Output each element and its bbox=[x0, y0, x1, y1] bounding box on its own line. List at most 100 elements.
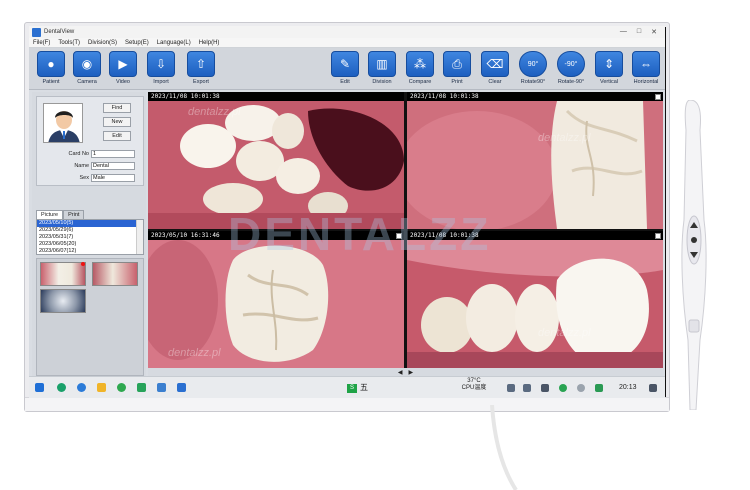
thumbnail-panel bbox=[36, 258, 144, 376]
horizontal-label: Horizontal bbox=[633, 79, 659, 85]
import-icon: ⇩ bbox=[147, 51, 175, 77]
camera-button[interactable]: ◉ Camera bbox=[71, 51, 103, 85]
clock[interactable]: 20:13 bbox=[619, 384, 637, 391]
save-icon[interactable] bbox=[541, 384, 549, 392]
new-button[interactable]: New bbox=[103, 117, 131, 127]
printer-icon: ⎙ bbox=[443, 51, 471, 77]
volume-icon[interactable] bbox=[523, 384, 531, 392]
export-button[interactable]: ⇧ Export bbox=[185, 51, 217, 85]
list-item[interactable]: 2023/05/31(7) bbox=[37, 234, 143, 241]
menu-language[interactable]: Language(L) bbox=[153, 40, 195, 46]
patient-info: Find New Edit Card No 1 Name Dental Sex … bbox=[36, 96, 144, 186]
ime-icon[interactable]: S bbox=[347, 384, 357, 393]
thumbnail[interactable] bbox=[40, 289, 86, 313]
image-cell-1[interactable]: 2023/11/08 10:01:38 bbox=[148, 92, 404, 229]
start-icon[interactable] bbox=[35, 383, 44, 392]
window-title: DentalView bbox=[44, 29, 75, 35]
tab-print[interactable]: Print bbox=[63, 210, 85, 219]
menu-bar: File(F) Tools(T) Division(S) Setup(E) La… bbox=[29, 38, 665, 48]
compare-button[interactable]: ⁂ Compare bbox=[404, 51, 436, 85]
image-checkbox[interactable] bbox=[655, 93, 661, 100]
minimize-button[interactable]: — bbox=[620, 28, 627, 36]
clear-button[interactable]: ⌫ Clear bbox=[479, 51, 511, 85]
date-list-scrollbar[interactable] bbox=[136, 220, 143, 254]
rotate-cw-button[interactable]: 90° Rotate90° bbox=[517, 51, 549, 85]
flip-horizontal-button[interactable]: ⇔ Horizontal bbox=[630, 51, 662, 85]
compare-label: Compare bbox=[408, 79, 432, 85]
network-icon[interactable] bbox=[507, 384, 515, 392]
camera-label: Camera bbox=[77, 79, 97, 85]
thumbnail[interactable] bbox=[92, 262, 138, 286]
division-button[interactable]: ▥ Division bbox=[366, 51, 398, 85]
image-cell-3[interactable]: 2023/05/10 16:31:46 bbox=[148, 231, 404, 368]
title-bar: DentalView — □ ✕ bbox=[29, 26, 665, 38]
thumbnail[interactable] bbox=[40, 262, 86, 286]
image-cell-2[interactable]: 2023/11/08 10:01:38 bbox=[407, 92, 663, 229]
flip-vertical-button[interactable]: ⇕ Vertical bbox=[593, 51, 625, 85]
name-input[interactable]: Dental bbox=[91, 161, 135, 170]
print-label: Print bbox=[451, 79, 463, 85]
prev-page-button[interactable]: ◀ bbox=[398, 369, 403, 376]
list-item[interactable]: 2023/05/10(5) bbox=[37, 220, 143, 227]
cpu-temp-value: 37°C bbox=[467, 378, 481, 384]
broom-icon: ⌫ bbox=[481, 51, 509, 77]
input-method-indicator[interactable]: 五 bbox=[360, 384, 368, 392]
flip-vertical-icon: ⇕ bbox=[595, 51, 623, 77]
folder-icon[interactable] bbox=[97, 383, 106, 392]
menu-file[interactable]: File(F) bbox=[29, 40, 54, 46]
pen-icon[interactable] bbox=[157, 383, 166, 392]
avatar bbox=[43, 103, 83, 143]
dentalview-taskbar-icon[interactable] bbox=[177, 383, 186, 392]
teeth-image bbox=[148, 240, 404, 368]
wechat-tray-icon[interactable] bbox=[559, 384, 567, 392]
teeth-image bbox=[148, 101, 404, 229]
list-item[interactable]: 2023/06/05(20) bbox=[37, 241, 143, 248]
video-label: Video bbox=[116, 79, 130, 85]
image-timestamp: 2023/11/08 10:01:38 bbox=[410, 93, 479, 100]
tab-picture[interactable]: Picture bbox=[36, 210, 64, 219]
teeth-image bbox=[407, 240, 663, 368]
import-label: Import bbox=[153, 79, 169, 85]
find-button[interactable]: Find bbox=[103, 103, 131, 113]
list-item[interactable]: 2023/05/29(6) bbox=[37, 227, 143, 234]
edit-patient-button[interactable]: Edit bbox=[103, 131, 131, 141]
tray-icon[interactable] bbox=[577, 384, 585, 392]
browser-icon[interactable] bbox=[57, 383, 66, 392]
menu-help[interactable]: Help(H) bbox=[195, 40, 224, 46]
rotate-ccw-button[interactable]: -90° Rotate-90° bbox=[555, 51, 587, 85]
card-no-input[interactable]: 1 bbox=[91, 149, 135, 158]
import-button[interactable]: ⇩ Import bbox=[145, 51, 177, 85]
next-page-button[interactable]: ▶ bbox=[409, 369, 414, 376]
edge-icon[interactable] bbox=[77, 383, 86, 392]
video-button[interactable]: ▶ Video bbox=[107, 51, 139, 85]
image-checkbox[interactable] bbox=[396, 232, 402, 239]
export-label: Export bbox=[193, 79, 209, 85]
selected-marker-icon bbox=[81, 262, 85, 266]
monitor-chin bbox=[25, 397, 669, 411]
pager: ◀ ▶ bbox=[148, 368, 663, 376]
app-icon[interactable] bbox=[137, 383, 146, 392]
maximize-button[interactable]: □ bbox=[637, 28, 641, 36]
export-icon: ⇧ bbox=[187, 51, 215, 77]
list-item[interactable]: 2023/06/07(12) bbox=[37, 248, 143, 254]
person-icon: ● bbox=[37, 51, 65, 77]
image-timestamp: 2023/05/10 16:31:46 bbox=[151, 232, 220, 239]
wechat-icon[interactable] bbox=[117, 383, 126, 392]
edit-button[interactable]: ✎ Edit bbox=[329, 51, 361, 85]
clear-label: Clear bbox=[488, 79, 502, 85]
sex-input[interactable]: Male bbox=[91, 173, 135, 182]
close-button[interactable]: ✕ bbox=[651, 28, 657, 36]
tray-icon[interactable] bbox=[595, 384, 603, 392]
print-button[interactable]: ⎙ Print bbox=[441, 51, 473, 85]
patient-button[interactable]: ● Patient bbox=[35, 51, 67, 85]
menu-division[interactable]: Division(S) bbox=[84, 40, 121, 46]
card-no-row: Card No 1 bbox=[41, 149, 145, 158]
image-cell-4[interactable]: 2023/11/08 10:01:38 bbox=[407, 231, 663, 368]
notification-icon[interactable] bbox=[649, 384, 657, 392]
sex-row: Sex Male bbox=[41, 173, 145, 182]
left-panel: Find New Edit Card No 1 Name Dental Sex … bbox=[32, 92, 146, 376]
name-row: Name Dental bbox=[41, 161, 145, 170]
menu-tools[interactable]: Tools(T) bbox=[54, 40, 84, 46]
image-checkbox[interactable] bbox=[655, 232, 661, 239]
menu-setup[interactable]: Setup(E) bbox=[121, 40, 153, 46]
